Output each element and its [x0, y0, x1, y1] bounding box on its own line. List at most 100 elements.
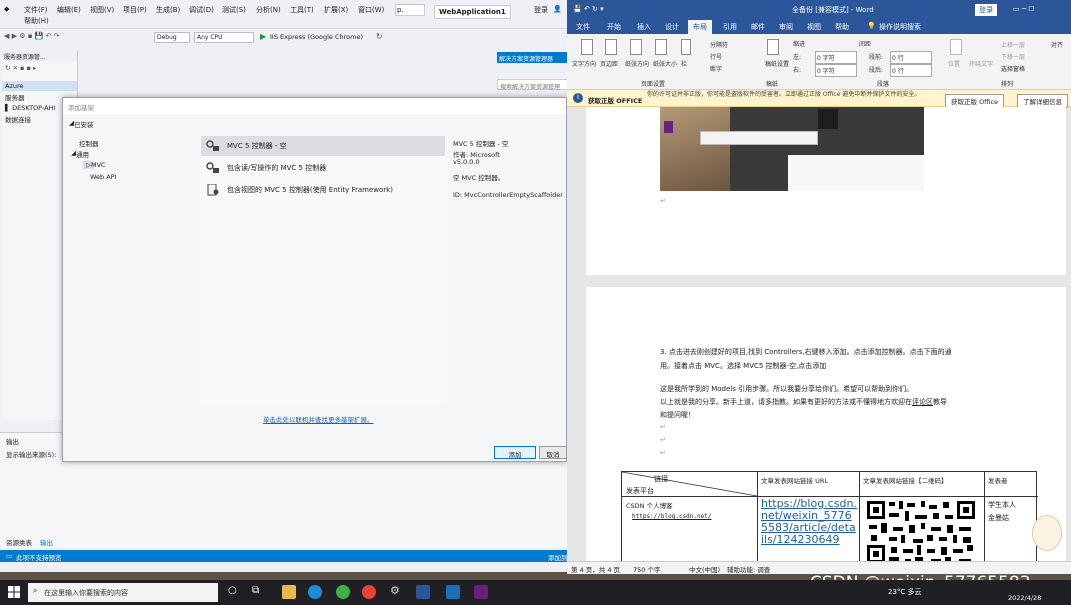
vs-search-input[interactable]: p.	[395, 4, 425, 16]
app-blue-icon[interactable]	[446, 585, 460, 599]
scaffold-tree: ◢ 已安装 控制器 ◢ 通用 ▷ MVC Web API	[63, 114, 199, 404]
selection-pane-button[interactable]: 选择窗格	[1001, 64, 1025, 73]
menu-debug[interactable]: 调试(D)	[189, 5, 214, 15]
size-icon[interactable]	[655, 39, 667, 55]
server-explorer-header: 服务器资源管...	[2, 50, 77, 61]
tab-insert[interactable]: 插入	[637, 22, 651, 32]
chrome-icon[interactable]	[362, 585, 376, 599]
tab-output[interactable]: 输出	[40, 537, 53, 547]
text-direction-icon[interactable]	[581, 39, 593, 55]
tab-help[interactable]: 帮助	[835, 22, 849, 32]
breaks-button[interactable]: 分隔符	[710, 40, 728, 49]
status-add-to[interactable]: 添加到	[548, 552, 568, 562]
menu-build[interactable]: 生成(B)	[156, 5, 180, 15]
tree-common[interactable]: ◢ 通用	[71, 149, 89, 159]
menu-project[interactable]: 项目(P)	[123, 5, 147, 15]
list-item-mvc5-views-ef[interactable]: 包含视图的 MVC 5 控制器(使用 Entity Framework)	[201, 180, 445, 200]
tab-design[interactable]: 设计	[665, 22, 679, 32]
login-link[interactable]: 登录	[534, 5, 548, 15]
tab-review[interactable]: 审阅	[779, 22, 793, 32]
cortana-icon[interactable]: ○	[228, 585, 237, 596]
send-backward-button[interactable]: 下移一层	[1001, 52, 1025, 61]
menu-edit[interactable]: 编辑(E)	[57, 5, 81, 15]
menu-tools[interactable]: 工具(T)	[290, 5, 314, 15]
taskbar-search-input[interactable]: 在这里输入你要搜索的内容	[28, 583, 218, 602]
edge-icon[interactable]	[308, 585, 322, 599]
bring-forward-button[interactable]: 上移一层	[1001, 40, 1025, 49]
menu-help[interactable]: 帮助(H)	[24, 16, 49, 26]
orientation-button[interactable]: 纸张方向	[625, 59, 649, 68]
indent-left-input[interactable]: 0 字符	[815, 51, 857, 64]
tab-layout[interactable]: 布局	[688, 20, 712, 34]
visual-studio-taskbar-icon[interactable]	[474, 585, 488, 599]
tab-file[interactable]: 文件	[576, 22, 590, 32]
indent-right-input[interactable]: 0 字符	[815, 64, 857, 77]
menu-extensions[interactable]: 扩展(X)	[324, 5, 348, 15]
platform-select[interactable]: Any CPU	[194, 32, 254, 43]
row-article-url[interactable]: https://blog.csdn.net/weixin_57765583/ar…	[761, 498, 857, 546]
run-icon[interactable]: ▶	[260, 32, 266, 41]
tree-azure[interactable]: Azure	[2, 81, 77, 91]
refresh-icon[interactable]: ↻	[376, 32, 383, 41]
tab-references[interactable]: 引用	[723, 22, 737, 32]
tree-webapi[interactable]: Web API	[90, 173, 117, 181]
server-explorer-toolbar-icons[interactable]: ↻ ✕ ▪ ▪ ▸	[2, 61, 77, 75]
tab-resource-view[interactable]: 资源类表	[6, 537, 32, 547]
settings-icon[interactable]: ⚙	[390, 584, 400, 597]
margins-button[interactable]: 页边距	[600, 59, 618, 68]
file-explorer-icon[interactable]	[282, 585, 296, 599]
clock-date[interactable]: 2022/4/28	[1008, 594, 1041, 602]
add-button[interactable]: 添加	[494, 446, 536, 459]
tree-mvc[interactable]: ▷ MVC	[83, 161, 106, 169]
account-icon[interactable]: 👤	[553, 5, 562, 13]
space-after-input[interactable]: 0 行	[890, 64, 932, 77]
draft-paper-icon[interactable]	[767, 39, 779, 55]
list-item-mvc5-readwrite[interactable]: 包含读/写操作的 MVC 5 控制器	[201, 158, 445, 178]
windows-start-icon[interactable]	[8, 586, 20, 598]
app-green-icon[interactable]	[336, 585, 350, 599]
menu-window[interactable]: 窗口(W)	[358, 5, 384, 15]
menu-test[interactable]: 测试(S)	[222, 5, 246, 15]
online-extensions-link[interactable]: 单击此处以联机并查找更多基架扩展。	[263, 414, 374, 424]
align-button[interactable]: 对齐	[1051, 40, 1063, 49]
size-button[interactable]: 纸张大小	[653, 59, 677, 68]
tab-mailings[interactable]: 邮件	[751, 22, 765, 32]
menu-file[interactable]: 文件(F)	[24, 5, 48, 15]
text-direction-button[interactable]: 文字方向	[572, 59, 596, 68]
row-platform-url[interactable]: https://blog.csdn.net/	[632, 513, 711, 520]
position-button[interactable]: 位置	[948, 59, 960, 68]
hyphenation-button[interactable]: 断字	[710, 64, 722, 73]
run-target-button[interactable]: IIS Express (Google Chrome)	[270, 33, 363, 41]
tree-controllers[interactable]: 控制器	[79, 138, 99, 148]
weather-text[interactable]: 23°C 多云	[888, 587, 922, 597]
get-genuine-button[interactable]: 获取正版 Office	[945, 94, 1005, 108]
comment-link[interactable]: 评论区	[912, 398, 933, 406]
learn-more-button[interactable]: 了解详细信息	[1017, 94, 1068, 108]
save-icon[interactable]: 💾 ↶ ↻ ▾	[573, 5, 604, 13]
solution-search-input[interactable]: 搜索解决方案资源管理	[497, 79, 568, 91]
menu-view[interactable]: 视图(V)	[90, 5, 114, 15]
wrap-text-button[interactable]: 环绕文字	[969, 59, 993, 68]
tell-me-input[interactable]: 操作说明搜索	[879, 22, 921, 32]
tab-view[interactable]: 视图	[807, 22, 821, 32]
position-icon[interactable]	[950, 39, 962, 55]
draft-paper-button[interactable]: 稿纸设置	[765, 59, 789, 68]
task-view-icon[interactable]: ⧉	[252, 585, 259, 596]
margins-icon[interactable]	[605, 39, 617, 55]
orientation-icon[interactable]	[630, 39, 642, 55]
columns-button[interactable]: 栏	[681, 59, 687, 68]
columns-icon[interactable]	[681, 39, 691, 55]
space-before-input[interactable]: 0 行	[890, 51, 932, 64]
tab-home[interactable]: 开始	[607, 22, 621, 32]
accessibility-status[interactable]: 辅助功能: 调查	[727, 564, 770, 574]
list-item-mvc5-empty[interactable]: MVC 5 控制器 - 空	[201, 136, 445, 156]
cancel-button[interactable]: 取消	[539, 446, 567, 459]
window-controls-icon[interactable]: ▭ ─ ☐	[1013, 5, 1035, 13]
nav-arrows-icon[interactable]: ◀ ▶ ⚙ ▪ 💾 ↶ ↷	[4, 32, 60, 40]
word-taskbar-icon[interactable]	[416, 585, 430, 599]
signin-button[interactable]: 登录	[975, 4, 997, 16]
menu-analyze[interactable]: 分析(N)	[256, 5, 281, 15]
line-numbers-button[interactable]: 行号	[710, 52, 722, 61]
config-select[interactable]: Debug	[154, 32, 190, 43]
tree-installed[interactable]: ◢ 已安装	[69, 119, 94, 129]
